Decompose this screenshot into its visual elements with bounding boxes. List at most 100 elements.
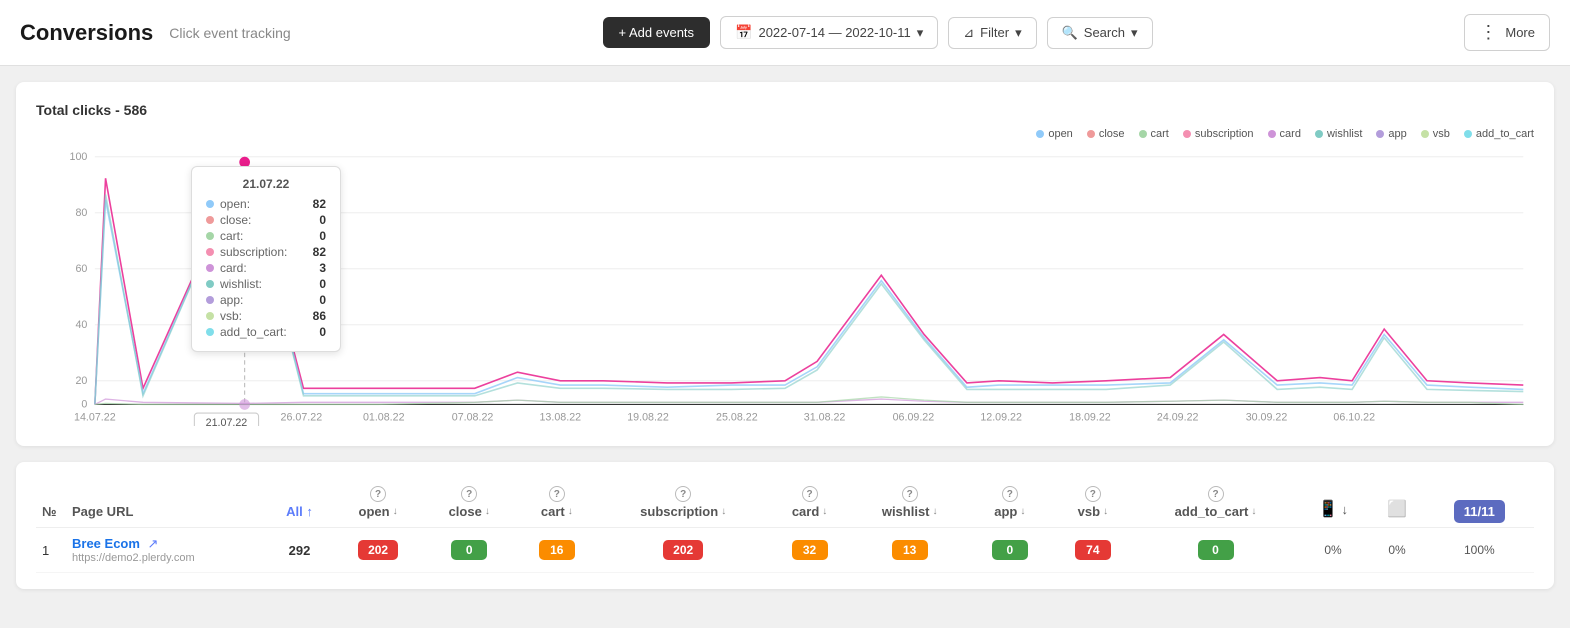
col-mobile[interactable]: 📱 ↓ [1297, 478, 1370, 528]
cart-help-icon[interactable]: ? [549, 486, 565, 502]
svg-text:31.08.22: 31.08.22 [804, 412, 846, 424]
tooltip-row-add_to_cart: add_to_cart:0 [206, 325, 326, 339]
chart-title: Total clicks - 586 [36, 102, 1534, 118]
col-open: ? open ↓ [333, 478, 423, 528]
tooltip-row-close: close:0 [206, 213, 326, 227]
cell-wishlist: 13 [851, 528, 968, 573]
cell-app: 0 [968, 528, 1051, 573]
cell-vsb: 74 [1051, 528, 1134, 573]
add-events-button[interactable]: + Add events [603, 17, 711, 48]
svg-text:100: 100 [70, 151, 88, 163]
chart-legend: open close cart subscription card wishlist app… [36, 128, 1534, 140]
search-icon: 🔍 [1062, 25, 1078, 41]
svg-text:19.08.22: 19.08.22 [627, 412, 669, 424]
svg-text:30.09.22: 30.09.22 [1246, 412, 1288, 424]
cell-add-to-cart: 0 [1134, 528, 1296, 573]
legend-item-cart: cart [1139, 128, 1169, 140]
close-help-icon[interactable]: ? [461, 486, 477, 502]
more-dots-icon: ⋮ [1479, 22, 1499, 43]
cell-card: 32 [768, 528, 851, 573]
date-range-button[interactable]: 📅 2022-07-14 — 2022-10-11 ▾ [720, 16, 938, 49]
date-range-label: 2022-07-14 — 2022-10-11 [758, 25, 910, 40]
chevron-down-icon-3: ▾ [1131, 25, 1138, 41]
cell-desktop-pct: 100% [1425, 528, 1534, 573]
tablet-icon: ⬜ [1387, 501, 1407, 518]
chart-tooltip: 21.07.22 open:82close:0cart:0subscriptio… [191, 166, 341, 352]
cell-cart: 16 [515, 528, 598, 573]
external-link-icon[interactable]: ↗ [148, 536, 159, 551]
legend-item-app: app [1376, 128, 1406, 140]
search-button[interactable]: 🔍 Search ▾ [1047, 17, 1153, 49]
app-help-icon[interactable]: ? [1002, 486, 1018, 502]
legend-item-open: open [1036, 128, 1072, 140]
more-button[interactable]: ⋮ More [1464, 14, 1550, 51]
col-wishlist: ? wishlist ↓ [851, 478, 968, 528]
svg-text:26.07.22: 26.07.22 [281, 412, 323, 424]
svg-text:60: 60 [75, 263, 87, 275]
top-bar: Conversions Click event tracking + Add e… [0, 0, 1570, 66]
svg-text:18.09.22: 18.09.22 [1069, 412, 1111, 424]
more-label: More [1505, 25, 1535, 40]
tooltip-row-wishlist: wishlist:0 [206, 277, 326, 291]
data-table: № Page URL All ↑ ? open ↓ ? close ↓ [36, 478, 1534, 573]
svg-text:25.08.22: 25.08.22 [716, 412, 758, 424]
svg-text:01.08.22: 01.08.22 [363, 412, 405, 424]
chevron-down-icon: ▾ [917, 25, 924, 41]
col-no: № [36, 478, 66, 528]
pagination-badge: 11/11 [1454, 500, 1505, 523]
svg-text:06.09.22: 06.09.22 [893, 412, 935, 424]
svg-text:13.08.22: 13.08.22 [540, 412, 582, 424]
svg-text:20: 20 [75, 375, 87, 387]
legend-item-wishlist: wishlist [1315, 128, 1362, 140]
legend-item-add_to_cart: add_to_cart [1464, 128, 1534, 140]
chart-card: Total clicks - 586 open close cart subscrip… [16, 82, 1554, 446]
tooltip-date: 21.07.22 [206, 177, 326, 191]
legend-item-close: close [1087, 128, 1125, 140]
svg-text:40: 40 [75, 319, 87, 331]
tooltip-row-cart: cart:0 [206, 229, 326, 243]
col-all[interactable]: All ↑ [266, 478, 333, 528]
tooltip-row-card: card:3 [206, 261, 326, 275]
cell-tablet-pct: 0% [1369, 528, 1424, 573]
subscription-help-icon[interactable]: ? [675, 486, 691, 502]
table-header-row: № Page URL All ↑ ? open ↓ ? close ↓ [36, 478, 1534, 528]
col-card: ? card ↓ [768, 478, 851, 528]
col-page-url: Page URL [66, 478, 266, 528]
filter-icon: ⊿ [963, 25, 974, 41]
legend-item-subscription: subscription [1183, 128, 1254, 140]
cell-close: 0 [423, 528, 515, 573]
filter-button[interactable]: ⊿ Filter ▾ [948, 17, 1036, 49]
table-row: 1 Bree Ecom ↗ https://demo2.plerdy.com 2… [36, 528, 1534, 573]
chart-area: 21.07.22 open:82close:0cart:0subscriptio… [36, 146, 1534, 426]
page-title: Conversions [20, 20, 153, 46]
search-label: Search [1084, 25, 1125, 40]
add-to-cart-help-icon[interactable]: ? [1208, 486, 1224, 502]
legend-item-card: card [1268, 128, 1301, 140]
cell-page-url: Bree Ecom ↗ https://demo2.plerdy.com [66, 528, 266, 573]
page-url-link[interactable]: Bree Ecom [72, 536, 140, 551]
col-close: ? close ↓ [423, 478, 515, 528]
svg-text:06.10.22: 06.10.22 [1333, 412, 1375, 424]
svg-text:80: 80 [75, 207, 87, 219]
card-help-icon[interactable]: ? [802, 486, 818, 502]
chevron-down-icon-2: ▾ [1015, 25, 1022, 41]
svg-text:07.08.22: 07.08.22 [452, 412, 494, 424]
open-help-icon[interactable]: ? [370, 486, 386, 502]
col-app: ? app ↓ [968, 478, 1051, 528]
mobile-icon: 📱 [1318, 501, 1338, 518]
col-add-to-cart: ? add_to_cart ↓ [1134, 478, 1296, 528]
col-subscription: ? subscription ↓ [598, 478, 768, 528]
legend-item-vsb: vsb [1421, 128, 1450, 140]
svg-text:24.09.22: 24.09.22 [1157, 412, 1199, 424]
cell-subscription: 202 [598, 528, 768, 573]
calendar-icon: 📅 [735, 24, 752, 41]
svg-text:14.07.22: 14.07.22 [74, 412, 116, 424]
svg-text:0: 0 [81, 399, 87, 411]
col-tablet[interactable]: ⬜ [1369, 478, 1424, 528]
wishlist-help-icon[interactable]: ? [902, 486, 918, 502]
col-cart: ? cart ↓ [515, 478, 598, 528]
tooltip-row-vsb: vsb:86 [206, 309, 326, 323]
col-vsb: ? vsb ↓ [1051, 478, 1134, 528]
vsb-help-icon[interactable]: ? [1085, 486, 1101, 502]
cell-mobile-pct: 0% [1297, 528, 1370, 573]
